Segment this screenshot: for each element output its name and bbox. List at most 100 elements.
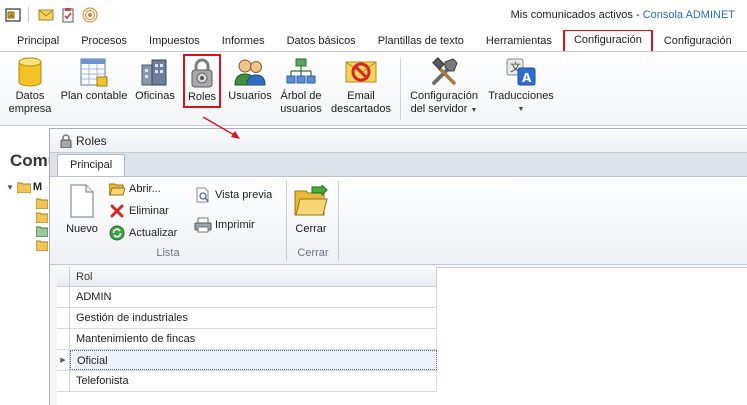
traducciones-button[interactable]: 文A Traducciones ▼ bbox=[488, 56, 554, 116]
roles-tabs: Principal bbox=[50, 153, 747, 177]
cerrar-button[interactable]: Cerrar bbox=[293, 183, 329, 235]
cerrar-group-caption: Cerrar bbox=[297, 247, 329, 259]
close-folder-icon bbox=[293, 183, 329, 219]
tools-icon bbox=[428, 56, 460, 88]
table-row[interactable]: Telefonista bbox=[57, 371, 437, 392]
tab-principal-roles[interactable]: Principal bbox=[57, 154, 126, 176]
tree-root[interactable]: ▼ M bbox=[6, 180, 48, 194]
oficinas-label: Oficinas bbox=[135, 90, 175, 102]
group-separator bbox=[338, 181, 339, 261]
ribbon-separator bbox=[400, 58, 401, 120]
roles-grid: Rol ADMIN Gestión de industriales Manten… bbox=[57, 267, 437, 392]
tab-configuracion-2[interactable]: Configuración bbox=[653, 31, 743, 51]
tab-procesos[interactable]: Procesos bbox=[70, 31, 138, 51]
table-row-selected[interactable]: ▶ Oficial bbox=[57, 350, 437, 371]
eliminar-button[interactable]: Eliminar bbox=[108, 201, 169, 221]
table-cell[interactable]: Telefonista bbox=[70, 371, 437, 391]
collapse-arrow-icon[interactable]: ▼ bbox=[6, 183, 14, 192]
clipboard-check-icon[interactable] bbox=[59, 6, 77, 24]
table-row[interactable]: ADMIN bbox=[57, 287, 437, 308]
tab-configuracion[interactable]: Configuración bbox=[562, 30, 653, 51]
roles-ribbon: Nuevo Abrir... Eliminar Actualizar Vista… bbox=[50, 177, 747, 265]
blocked-mail-icon bbox=[345, 56, 377, 88]
vista-previa-button[interactable]: Vista previa bbox=[194, 185, 272, 205]
folder-icon[interactable] bbox=[36, 211, 48, 223]
delete-x-icon bbox=[108, 202, 126, 220]
ribbon: Datos empresa Plan contable Oficinas Rol… bbox=[0, 52, 747, 126]
actualizar-button[interactable]: Actualizar bbox=[108, 223, 177, 243]
mail-icon[interactable] bbox=[37, 6, 55, 24]
plan-contable-button[interactable]: Plan contable bbox=[60, 56, 128, 103]
arbol-usuarios-label: Árbol de usuarios bbox=[280, 90, 322, 115]
background-tree: ▼ M bbox=[6, 180, 48, 251]
quick-access-toolbar: a bbox=[0, 0, 99, 30]
window-title: Mis comunicados activos - Consola ADMINE… bbox=[511, 9, 735, 21]
grid-header: Rol bbox=[57, 267, 437, 287]
nuevo-label: Nuevo bbox=[66, 223, 98, 235]
row-indicator[interactable] bbox=[57, 329, 70, 349]
separator bbox=[28, 7, 29, 23]
email-descartados-button[interactable]: Email descartados bbox=[329, 56, 393, 116]
usuarios-button[interactable]: Usuarios bbox=[228, 56, 272, 103]
traducciones-label: Traducciones bbox=[488, 90, 554, 102]
table-cell[interactable]: Mantenimiento de fincas bbox=[70, 329, 437, 349]
oficinas-button[interactable]: Oficinas bbox=[135, 56, 175, 103]
row-indicator[interactable] bbox=[57, 308, 70, 328]
table-cell[interactable]: ADMIN bbox=[70, 287, 437, 307]
lista-group-caption: Lista bbox=[156, 247, 180, 259]
buildings-icon bbox=[139, 56, 171, 88]
preview-icon bbox=[194, 186, 212, 204]
tab-principal[interactable]: Principal bbox=[6, 31, 70, 51]
configuracion-servidor-button[interactable]: Configuración del servidor ▼ bbox=[407, 56, 481, 117]
folder-icon[interactable] bbox=[36, 197, 48, 209]
cerrar-label: Cerrar bbox=[295, 223, 327, 235]
configuracion-servidor-label: Configuración del servidor ▼ bbox=[410, 90, 478, 117]
column-header-rol[interactable]: Rol bbox=[70, 267, 437, 286]
table-row[interactable]: Gestión de industriales bbox=[57, 308, 437, 329]
tab-plantillas-texto[interactable]: Plantillas de texto bbox=[367, 31, 475, 51]
datos-empresa-button[interactable]: Datos empresa bbox=[8, 56, 52, 116]
row-indicator-header bbox=[57, 267, 70, 286]
table-cell[interactable]: Oficial bbox=[70, 350, 437, 370]
tab-impuestos[interactable]: Impuestos bbox=[138, 31, 211, 51]
folder-icon bbox=[16, 182, 31, 193]
rss-icon[interactable] bbox=[81, 6, 99, 24]
nuevo-button[interactable]: Nuevo bbox=[64, 183, 100, 235]
background-panel: Comu ▼ M bbox=[0, 127, 58, 405]
folder-icon[interactable] bbox=[36, 239, 48, 251]
folder-icon[interactable] bbox=[36, 225, 48, 237]
padlock-icon bbox=[60, 133, 72, 148]
actualizar-label: Actualizar bbox=[129, 227, 178, 239]
datos-empresa-label: Datos empresa bbox=[8, 90, 52, 115]
row-indicator[interactable] bbox=[57, 287, 70, 307]
imprimir-button[interactable]: Imprimir bbox=[194, 215, 255, 235]
database-icon bbox=[14, 56, 46, 88]
title-bar: a Mis comunicados activos - Consola ADMI… bbox=[0, 0, 747, 30]
table-cell[interactable]: Gestión de industriales bbox=[70, 308, 437, 328]
abrir-button[interactable]: Abrir... bbox=[108, 179, 161, 199]
plan-contable-label: Plan contable bbox=[60, 90, 128, 102]
users-icon bbox=[234, 56, 266, 88]
translate-icon: 文A bbox=[505, 56, 537, 88]
row-indicator[interactable] bbox=[57, 371, 70, 391]
chevron-down-icon: ▼ bbox=[470, 107, 478, 114]
roles-window-title: Roles bbox=[76, 133, 107, 148]
tab-herramientas[interactable]: Herramientas bbox=[475, 31, 563, 51]
new-document-icon bbox=[64, 183, 100, 219]
padlock-icon bbox=[186, 57, 218, 89]
configuracion-servidor-text: Configuración del servidor bbox=[410, 90, 478, 115]
tab-informes[interactable]: Informes bbox=[211, 31, 276, 51]
arbol-usuarios-button[interactable]: Árbol de usuarios bbox=[278, 56, 324, 116]
main-menu-tabs: Principal Procesos Impuestos Informes Da… bbox=[0, 30, 747, 52]
tab-datos-basicos[interactable]: Datos básicos bbox=[276, 31, 367, 51]
usuarios-label: Usuarios bbox=[228, 90, 272, 102]
printer-icon bbox=[194, 216, 212, 234]
roles-button[interactable]: Roles bbox=[183, 54, 221, 108]
table-row[interactable]: Mantenimiento de fincas bbox=[57, 329, 437, 350]
app-menu-icon[interactable]: a bbox=[4, 6, 22, 24]
abrir-label: Abrir... bbox=[129, 183, 161, 195]
current-row-arrow-icon[interactable]: ▶ bbox=[57, 350, 70, 370]
window-title-text: Mis comunicados activos - bbox=[510, 9, 643, 21]
imprimir-label: Imprimir bbox=[215, 219, 255, 231]
org-tree-icon bbox=[285, 56, 317, 88]
